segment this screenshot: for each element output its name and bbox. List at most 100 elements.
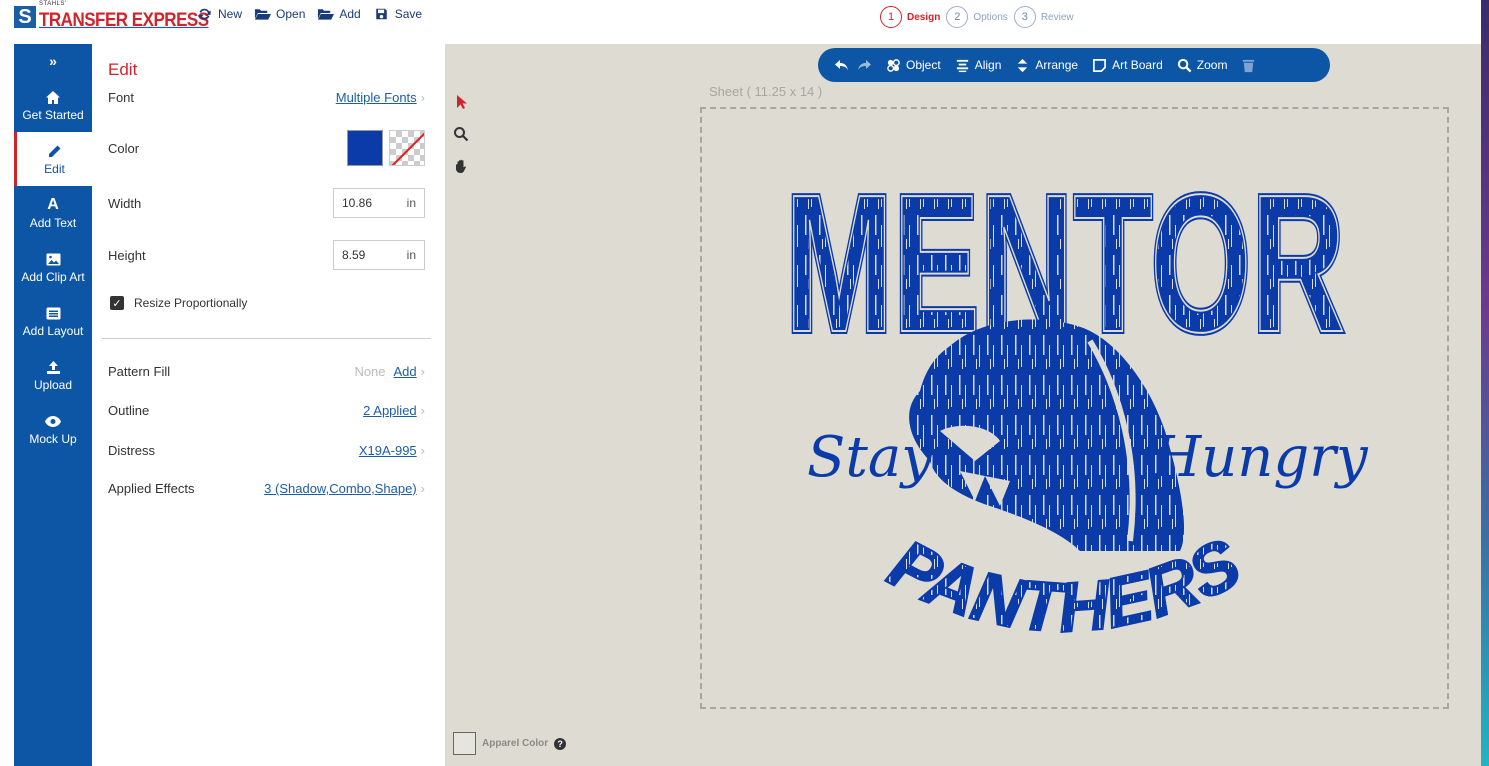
chevron-right-icon: › [420,364,425,379]
height-input[interactable]: 8.59 in [333,240,425,270]
nav-label: Add Layout [22,324,84,338]
zoom-label: Zoom [1196,58,1228,72]
nav-collapse-toggle[interactable]: » [14,44,92,78]
color-swatch[interactable] [347,130,383,166]
design-canvas[interactable]: Object Align Arrange Art Board Zoom Shee… [445,44,1481,766]
artwork-right-script: Hungry [1151,425,1369,490]
nav-item-get-started[interactable]: Get Started [14,78,92,132]
nav-item-upload[interactable]: Upload [14,348,92,402]
object-toolbar: Object Align Arrange Art Board Zoom [818,48,1330,82]
resize-proportionally-label: Resize Proportionally [134,296,248,310]
brand-logo[interactable]: S STAHLS' TRANSFER EXPRESS [14,1,209,30]
zoom-icon[interactable] [453,126,469,142]
width-row: Width 10.86 in [108,188,425,218]
artboard-icon [1093,58,1107,72]
step-options[interactable]: 2 Options [946,6,1008,28]
sheet-label: Sheet ( 11.25 x 14 ) [709,84,823,99]
panel-title: Edit [108,60,138,79]
resize-proportionally-row: ✓ Resize Proportionally [110,296,247,310]
canvas-tools [453,94,469,174]
pattern-fill-row: Pattern Fill None Add › [108,364,425,379]
trash-icon[interactable] [1241,58,1256,73]
artwork-graphic[interactable]: MENTOR MENTOR Stay Hungry PANTHERS [760,171,1370,651]
window-edge-gradient [1481,0,1489,766]
apparel-color-swatch[interactable] [453,732,476,755]
open-button[interactable]: Open [254,7,305,21]
font-link[interactable]: Multiple Fonts [336,90,417,105]
zoom-menu[interactable]: Zoom [1177,58,1228,73]
open-label: Open [276,7,306,21]
chevron-right-icon: › [420,443,425,458]
select-arrow-icon[interactable] [453,94,469,110]
new-label: New [218,7,243,21]
sort-icon [1018,58,1028,72]
chevron-right-icon: › [420,481,425,496]
step-number: 2 [946,6,969,28]
save-icon [375,8,387,20]
layout-icon [46,304,61,322]
help-icon[interactable]: ? [554,737,567,750]
progress-steps: 1 Design 2 Options 3 Review [880,6,1074,28]
color-row: Color [108,130,425,166]
nav-item-mock-up[interactable]: Mock Up [14,402,92,456]
object-label: Object [906,58,941,72]
step-label: Review [1040,11,1074,23]
add-button[interactable]: Add [317,7,361,21]
no-color-swatch[interactable] [389,130,425,166]
step-number: 3 [1013,6,1036,28]
pattern-add-link[interactable]: Add [394,364,417,379]
apparel-color-label: Apparel Color [482,738,549,749]
chevron-right-icon: › [420,403,425,418]
nav-label: Add Clip Art [21,270,85,284]
artwork-left-script: Stay [807,425,934,490]
object-menu[interactable]: Object [886,58,941,73]
width-label: Width [108,195,142,211]
font-label: Font [108,90,135,105]
applied-effects-link[interactable]: 3 (Shadow,Combo,Shape) [264,481,416,496]
nav-item-add-clip-art[interactable]: Add Clip Art [14,240,92,294]
art-board-label: Art Board [1112,58,1163,72]
step-design[interactable]: 1 Design [880,6,940,28]
nav-item-edit[interactable]: Edit [14,132,92,186]
logo-small-text: STAHLS' [39,1,67,7]
applied-effects-label: Applied Effects [108,481,195,496]
step-review[interactable]: 3 Review [1013,6,1074,28]
pattern-fill-label: Pattern Fill [108,364,171,379]
nav-label: Get Started [22,108,84,122]
nav-item-add-text[interactable]: A Add Text [14,186,92,240]
distress-link[interactable]: X19A-995 [359,443,417,458]
step-number: 1 [880,6,902,28]
outline-link[interactable]: 2 Applied [363,403,417,418]
width-unit: in [406,196,416,210]
save-button[interactable]: Save [373,7,422,21]
divider [102,338,431,339]
nav-label: Upload [33,378,73,392]
apparel-color-control[interactable]: Apparel Color ? [453,732,567,755]
width-input[interactable]: 10.86 in [333,188,425,218]
hand-pan-icon[interactable] [453,158,469,174]
artwork-bottom-word: PANTHERS [877,523,1252,647]
art-board-menu[interactable]: Art Board [1092,58,1163,73]
align-label: Align [974,58,1002,72]
height-row: Height 8.59 in [108,240,425,270]
step-label: Options [973,11,1008,23]
image-icon [46,250,61,268]
redo-icon[interactable] [856,57,872,73]
align-menu[interactable]: Align [955,58,1002,73]
undo-icon[interactable] [834,57,850,73]
height-unit: in [406,248,416,262]
arrange-menu[interactable]: Arrange [1015,58,1078,73]
save-label: Save [394,7,423,21]
nav-item-add-layout[interactable]: Add Layout [14,294,92,348]
refresh-icon [198,8,211,20]
outline-row: Outline 2 Applied › [108,403,425,418]
pencil-icon [47,142,62,160]
chevron-right-icon: › [420,90,425,105]
top-bar: S STAHLS' TRANSFER EXPRESS New Open Add … [0,0,1481,38]
height-value: 8.59 [342,248,366,262]
resize-proportionally-checkbox[interactable]: ✓ [110,296,124,310]
object-icon [887,58,900,72]
applied-effects-row: Applied Effects 3 (Shadow,Combo,Shape) › [108,481,425,496]
new-button[interactable]: New [196,7,242,21]
nav-label: Edit [44,162,65,176]
